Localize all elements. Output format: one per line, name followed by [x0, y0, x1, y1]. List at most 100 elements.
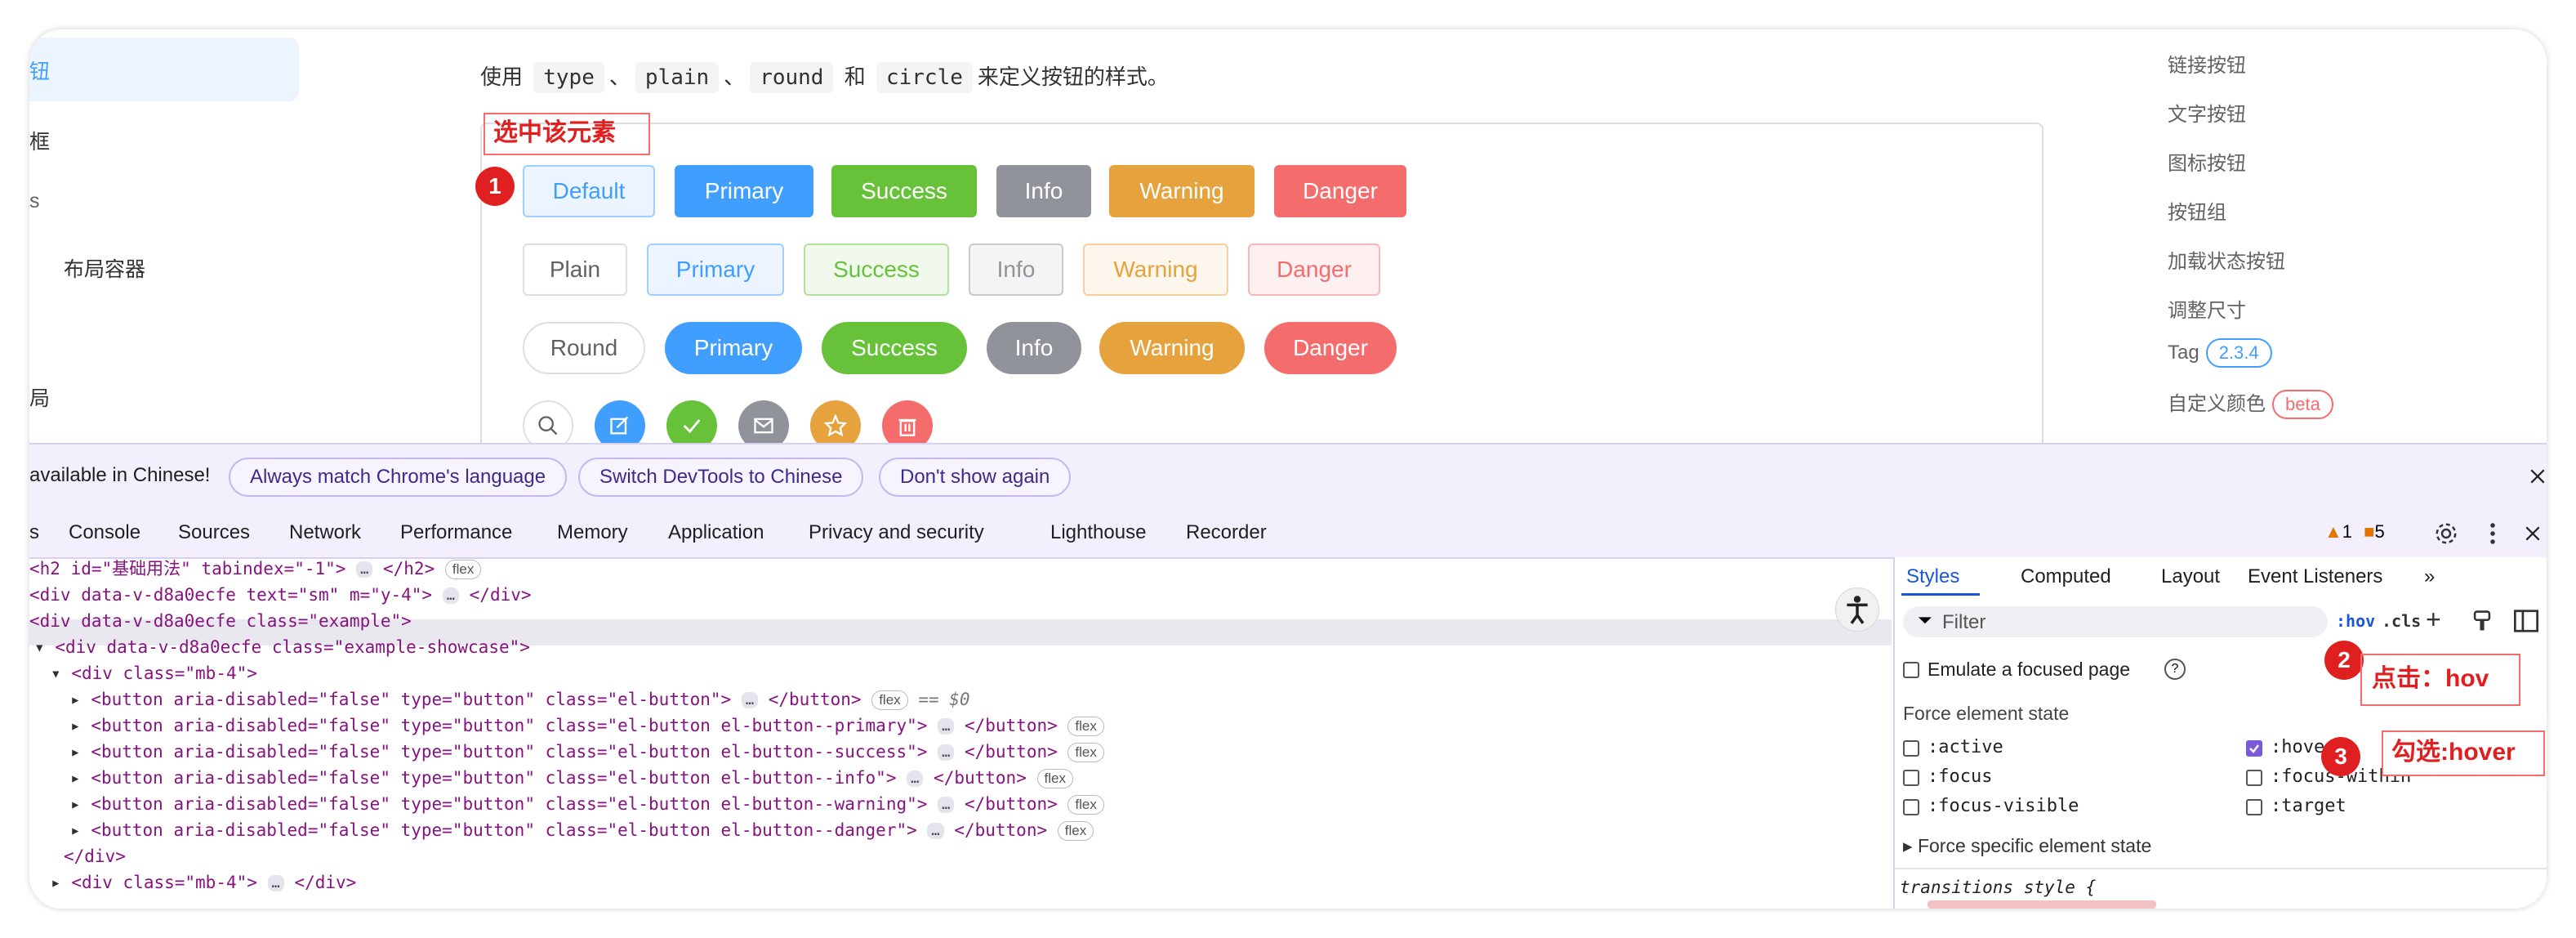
dom-node[interactable]: <div data-v-d8a0ecfe class="example"> — [29, 608, 412, 634]
emulate-focus-checkbox[interactable] — [1903, 662, 1919, 678]
dom-node[interactable]: ▸ <button aria-disabled="false" type="bu… — [70, 765, 1073, 791]
dom-node[interactable]: ▸ <button aria-disabled="false" type="bu… — [70, 791, 1104, 817]
issues-icon: ■ — [2364, 521, 2375, 542]
danger-round-button[interactable]: Danger — [1264, 322, 1397, 374]
paint-brush-icon[interactable] — [2471, 610, 2493, 632]
collapse-triangle-icon[interactable]: ▸ — [70, 690, 81, 709]
state-focus-within-checkbox[interactable] — [2246, 770, 2262, 786]
collapse-triangle-icon[interactable]: ▸ — [70, 768, 81, 788]
more-tabs-icon[interactable]: » — [2424, 565, 2435, 588]
dont-show-again-button[interactable]: Don't show again — [879, 458, 1072, 497]
toc-item-tag[interactable]: Tag 2.3.4 — [2168, 338, 2272, 368]
beta-badge: beta — [2272, 390, 2333, 419]
toc-item[interactable]: 按钮组 — [2168, 196, 2226, 225]
toc-item[interactable]: 文字按钮 — [2168, 98, 2246, 127]
dom-node[interactable]: <div data-v-d8a0ecfe text="sm" m="y-4"> … — [29, 582, 532, 608]
styles-filter-input[interactable]: ⏷ Filter — [1903, 606, 2328, 637]
state-target-checkbox[interactable] — [2246, 799, 2262, 815]
primary-plain-button[interactable]: Primary — [647, 243, 784, 296]
tab-sources[interactable]: Sources — [178, 521, 250, 544]
primary-round-button[interactable]: Primary — [665, 322, 802, 374]
annotation-check-hover: 勾选:hover — [2382, 730, 2545, 776]
state-active-checkbox[interactable] — [1903, 740, 1919, 757]
collapse-triangle-icon[interactable]: ▸ — [70, 820, 81, 840]
clipped-declaration — [1928, 900, 2156, 909]
collapse-triangle-icon[interactable]: ▸ — [70, 716, 81, 735]
collapse-triangle-icon[interactable]: ▸ — [70, 742, 81, 762]
info-button[interactable]: Info — [996, 165, 1091, 217]
switch-to-chinese-button[interactable]: Switch DevTools to Chinese — [578, 458, 864, 497]
toc-item[interactable]: 调整尺寸 — [2168, 294, 2246, 323]
tab-computed[interactable]: Computed — [2021, 565, 2111, 588]
state-focus-checkbox[interactable] — [1903, 770, 1919, 786]
collapse-triangle-icon[interactable]: ▸ — [70, 794, 81, 814]
toc-item[interactable]: 加载状态按钮 — [2168, 245, 2285, 274]
toggle-sidebar-icon[interactable] — [2514, 610, 2538, 632]
delete-icon — [898, 418, 916, 436]
more-options-icon[interactable] — [2488, 521, 2498, 546]
new-style-rule-icon[interactable]: + — [2426, 605, 2441, 635]
tab-elements[interactable]: s — [29, 521, 39, 544]
accessibility-icon[interactable] — [1834, 587, 1880, 632]
dom-node[interactable]: ▸ <button aria-disabled="false" type="bu… — [70, 712, 1104, 739]
default-button[interactable]: Default — [523, 165, 655, 217]
hov-button[interactable]: :hov — [2336, 611, 2375, 631]
info-round-button[interactable]: Info — [987, 322, 1081, 374]
annotation-step-1: 1 — [475, 167, 515, 206]
dom-node[interactable]: ▾ <div class="mb-4"> — [51, 660, 257, 686]
dom-node[interactable]: </div> — [64, 843, 126, 869]
tab-privacy-security[interactable]: Privacy and security — [809, 521, 984, 544]
toc-item[interactable]: 图标按钮 — [2168, 147, 2246, 176]
devtools-tabs: s Console Sources Network Performance Me… — [29, 510, 2547, 559]
state-hover-checkbox[interactable] — [2246, 740, 2262, 757]
warning-round-button[interactable]: Warning — [1099, 322, 1245, 374]
success-round-button[interactable]: Success — [822, 322, 967, 374]
sidebar-item-layout[interactable]: 局 — [29, 382, 50, 412]
dom-node[interactable]: <h2 id="基础用法" tabindex="-1"> … </h2> fle… — [29, 557, 482, 582]
dom-node[interactable]: ▸ <button aria-disabled="false" type="bu… — [70, 739, 1104, 765]
tab-layout[interactable]: Layout — [2161, 565, 2220, 588]
gear-icon[interactable] — [2434, 521, 2458, 546]
state-focus-visible-checkbox[interactable] — [1903, 799, 1919, 815]
tab-styles[interactable]: Styles — [1906, 565, 1959, 588]
help-icon[interactable]: ? — [2164, 659, 2186, 680]
danger-plain-button[interactable]: Danger — [1248, 243, 1380, 296]
tab-application[interactable]: Application — [668, 521, 764, 544]
tab-console[interactable]: Console — [69, 521, 140, 544]
danger-button[interactable]: Danger — [1274, 165, 1406, 217]
warnings-counter[interactable]: ▲1 ■5 — [2324, 521, 2385, 543]
round-button[interactable]: Round — [523, 322, 645, 374]
tab-lighthouse[interactable]: Lighthouse — [1050, 521, 1146, 544]
always-match-language-button[interactable]: Always match Chrome's language — [229, 458, 568, 497]
primary-button[interactable]: Primary — [675, 165, 813, 217]
tab-recorder[interactable]: Recorder — [1186, 521, 1267, 544]
sidebar-item-layout-container[interactable]: 布局容器 — [64, 253, 145, 283]
close-devtools-icon[interactable] — [2524, 525, 2542, 543]
warning-plain-button[interactable]: Warning — [1083, 243, 1228, 296]
toc-item[interactable]: 链接按钮 — [2168, 49, 2246, 78]
plain-button[interactable]: Plain — [523, 243, 627, 296]
transitions-style-rule: transitions style { — [1900, 878, 2097, 897]
tab-event-listeners[interactable]: Event Listeners — [2248, 565, 2382, 588]
dom-node-selected[interactable]: ▸ <button aria-disabled="false" type="bu… — [70, 686, 970, 712]
success-plain-button[interactable]: Success — [804, 243, 949, 296]
info-plain-button[interactable]: Info — [969, 243, 1063, 296]
expand-triangle-icon[interactable]: ▾ — [51, 663, 61, 683]
sidebar-item-fragment[interactable]: s — [29, 190, 40, 213]
warning-button[interactable]: Warning — [1109, 165, 1255, 217]
expand-triangle-icon[interactable]: ▾ — [34, 637, 45, 657]
dom-node[interactable]: ▾ <div data-v-d8a0ecfe class="example-sh… — [34, 634, 530, 660]
sidebar-item-button-active[interactable]: 钮 — [29, 38, 299, 101]
cls-button[interactable]: .cls — [2382, 611, 2421, 631]
force-specific-state-toggle[interactable]: ▸ Force specific element state — [1903, 835, 2151, 857]
tab-network[interactable]: Network — [289, 521, 361, 544]
tab-performance[interactable]: Performance — [400, 521, 512, 544]
success-button[interactable]: Success — [831, 165, 977, 217]
toc-item-custom-color[interactable]: 自定义颜色 beta — [2168, 387, 2333, 419]
dom-node[interactable]: ▸ <div class="mb-4"> … </div> — [51, 869, 356, 896]
collapse-triangle-icon[interactable]: ▸ — [51, 873, 61, 892]
tab-memory[interactable]: Memory — [557, 521, 628, 544]
close-icon[interactable] — [2529, 467, 2547, 485]
sidebar-item-input[interactable]: 框 — [29, 126, 50, 155]
dom-node[interactable]: ▸ <button aria-disabled="false" type="bu… — [70, 817, 1094, 843]
